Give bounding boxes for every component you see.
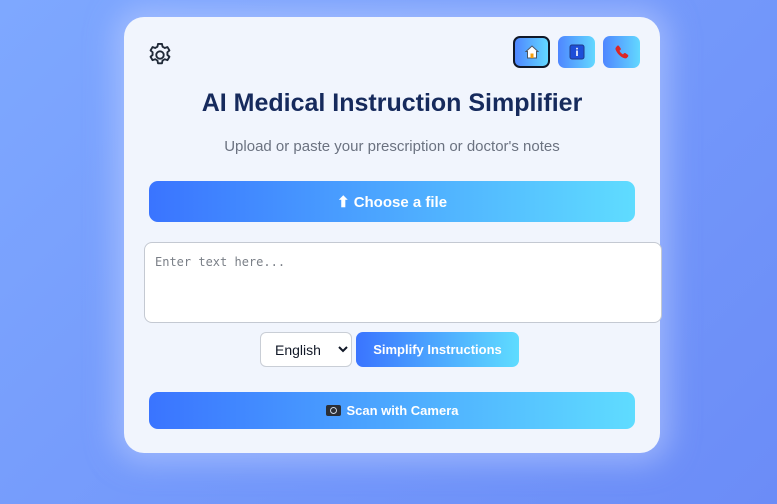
home-icon xyxy=(524,45,539,59)
home-button[interactable] xyxy=(513,36,550,68)
gear-icon xyxy=(149,42,171,65)
page-title: AI Medical Instruction Simplifier xyxy=(201,89,583,117)
settings-button[interactable] xyxy=(146,41,174,69)
camera-icon xyxy=(325,405,341,416)
simplify-button[interactable]: Simplify Instructions xyxy=(356,332,519,367)
language-select[interactable]: English xyxy=(260,332,352,367)
info-button[interactable] xyxy=(558,36,595,68)
choose-file-label: ⬆ Choose a file xyxy=(336,193,448,211)
instructions-input[interactable] xyxy=(144,242,662,323)
info-icon xyxy=(569,44,584,60)
choose-file-button[interactable]: ⬆ Choose a file xyxy=(149,181,635,222)
main-card: AI Medical Instruction Simplifier Upload… xyxy=(124,17,662,453)
scan-camera-button[interactable]: Scan with Camera xyxy=(149,392,635,429)
scan-camera-label: Scan with Camera xyxy=(346,403,459,418)
contact-button[interactable] xyxy=(603,36,640,68)
phone-icon xyxy=(614,45,628,59)
page-subtitle: Upload or paste your prescription or doc… xyxy=(224,138,560,155)
top-nav xyxy=(513,36,640,68)
